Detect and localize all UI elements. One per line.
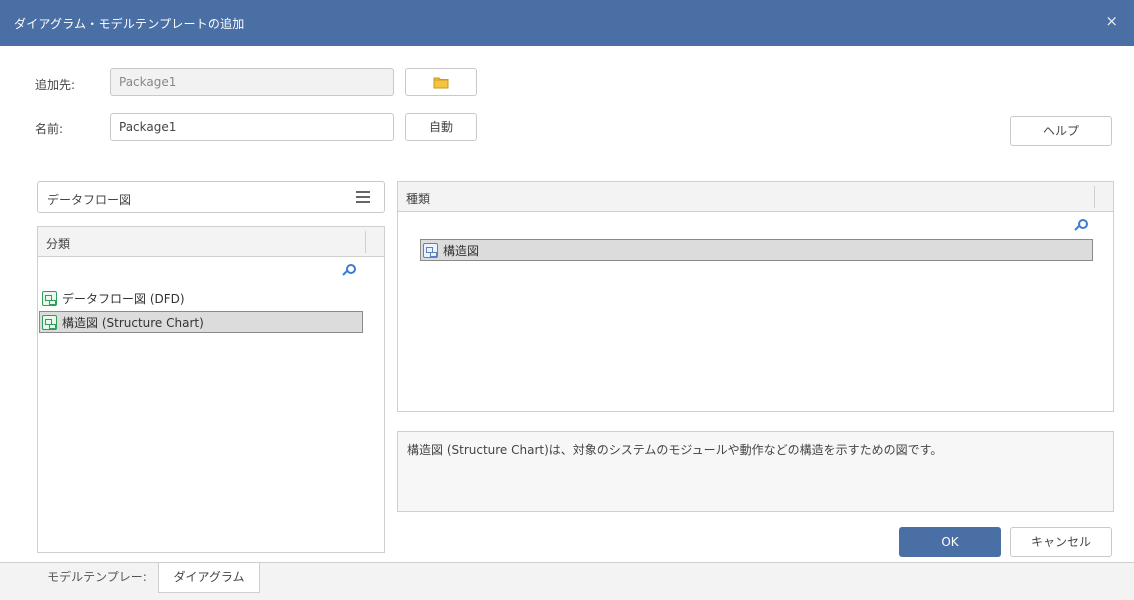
hamburger-menu-icon[interactable] <box>356 191 370 203</box>
title-bar: ダイアグラム・モデルテンプレートの追加 × <box>0 0 1134 46</box>
dialog-body: 追加先: Package1 名前: Package1 自動 ヘルプ データフロー… <box>0 46 1134 600</box>
description-box: 構造図 (Structure Chart)は、対象のシステムのモジュールや動作な… <box>397 431 1114 512</box>
help-button[interactable]: ヘルプ <box>1010 116 1112 146</box>
category-panel: 分類 データフロー図 (DFD) 構造図 (Structure Chart) <box>37 226 385 553</box>
description-text: 構造図 (Structure Chart)は、対象のシステムのモジュールや動作な… <box>407 443 943 457</box>
category-item-label: 構造図 (Structure Chart) <box>62 316 204 330</box>
type-panel: 種類 構造図 <box>397 181 1114 412</box>
category-header-label: 分類 <box>46 237 71 251</box>
type-header: 種類 <box>398 182 1113 212</box>
tab-diagrams[interactable]: ダイアグラム <box>158 563 260 593</box>
header-divider <box>1094 186 1095 208</box>
filter-value: データフロー図 <box>47 193 132 207</box>
close-icon[interactable]: × <box>1105 12 1118 30</box>
ok-button[interactable]: OK <box>899 527 1001 557</box>
tab-model-templates[interactable]: モデルテンプレー: <box>37 563 157 593</box>
diagram-icon <box>42 315 57 330</box>
structure-chart-icon <box>423 243 438 258</box>
type-item-structure-chart[interactable]: 構造図 <box>420 239 1093 261</box>
category-header: 分類 <box>38 227 384 257</box>
window-title: ダイアグラム・モデルテンプレートの追加 <box>14 17 245 31</box>
category-item-dfd[interactable]: データフロー図 (DFD) <box>40 288 360 310</box>
category-item-structure-chart[interactable]: 構造図 (Structure Chart) <box>39 311 363 333</box>
destination-field: Package1 <box>110 68 394 96</box>
name-input[interactable]: Package1 <box>110 113 394 141</box>
destination-label: 追加先: <box>35 78 76 92</box>
browse-button[interactable] <box>405 68 477 96</box>
type-item-label: 構造図 <box>443 244 480 258</box>
search-icon[interactable] <box>1074 219 1089 233</box>
diagram-type-filter[interactable]: データフロー図 <box>37 181 385 213</box>
type-header-label: 種類 <box>406 192 431 206</box>
cancel-button[interactable]: キャンセル <box>1010 527 1112 557</box>
diagram-icon <box>42 291 57 306</box>
category-item-label: データフロー図 (DFD) <box>62 292 185 306</box>
tab-strip: モデルテンプレー: ダイアグラム <box>0 562 1134 600</box>
search-icon[interactable] <box>342 264 357 278</box>
name-label: 名前: <box>35 122 64 136</box>
folder-icon <box>433 77 449 89</box>
header-divider <box>365 231 366 253</box>
auto-button[interactable]: 自動 <box>405 113 477 141</box>
